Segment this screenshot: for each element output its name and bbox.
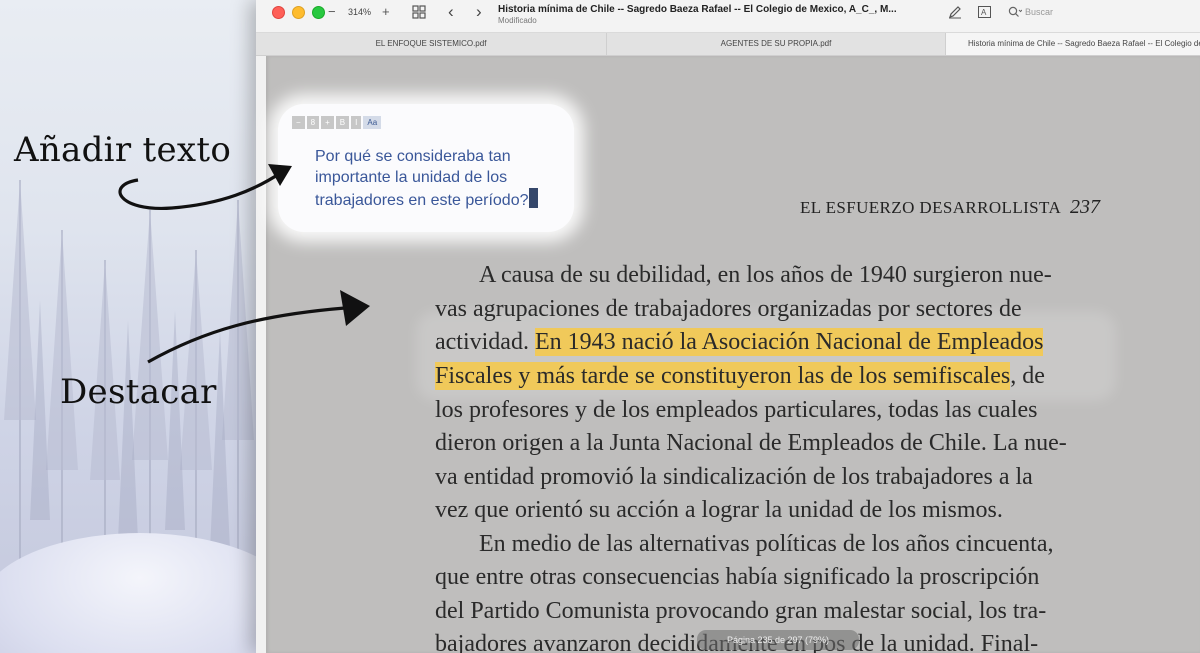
running-head: EL ESFUERZO DESARROLLISTA xyxy=(800,198,1062,217)
arrow-to-annotation xyxy=(118,170,283,210)
tab-historia-minima[interactable]: Historia mínima de Chile -- Sagredo Baez… xyxy=(946,33,1200,55)
search-icon xyxy=(1008,6,1022,17)
text-segment: , de xyxy=(1010,363,1045,389)
text-box-icon[interactable]: A xyxy=(978,6,991,21)
document-title: Historia mínima de Chile -- Sagredo Baez… xyxy=(498,4,897,15)
page-number: 237 xyxy=(1070,196,1100,218)
text-line: Fiscales y más tarde se constituyeron la… xyxy=(435,362,1045,390)
arrow-to-highlight xyxy=(147,306,346,364)
snow-ground xyxy=(0,533,262,653)
highlighted-text[interactable]: Fiscales y más tarde se constituyeron la… xyxy=(435,362,1011,390)
text-line: actividad. En 1943 nació la Asociación N… xyxy=(435,328,1044,356)
text-line: En medio de las alternativas políticas d… xyxy=(479,531,1054,557)
thumbnail-grid-icon[interactable] xyxy=(412,5,426,22)
tab-agentes[interactable]: AGENTES DE SU PROPIA.pdf xyxy=(607,33,946,55)
text-line: va entidad promovió la sindicalización d… xyxy=(435,464,1033,490)
arrowhead-annotation xyxy=(268,164,292,186)
callout-arrows xyxy=(118,164,370,364)
chevron-left-icon[interactable]: ‹ xyxy=(448,2,454,22)
document-status: Modificado xyxy=(498,16,537,25)
search-field[interactable]: Buscar xyxy=(1008,6,1053,18)
text-line: los profesores y de los empleados partic… xyxy=(435,397,1038,423)
text-cursor xyxy=(529,188,539,208)
highlighted-text[interactable]: En 1943 nació la Asociación Nacional de … xyxy=(534,328,1044,356)
text-line: dieron origen a la Junta Nacional de Emp… xyxy=(435,430,1067,456)
page-indicator: Página 235 de 297 (79%) xyxy=(697,630,859,650)
text-line: A causa de su debilidad, en los años de … xyxy=(479,262,1052,288)
text-line: que entre otras consecuencias había sign… xyxy=(435,564,1040,590)
text-line: del Partido Comunista provocando gran ma… xyxy=(435,598,1047,624)
search-placeholder: Buscar xyxy=(1025,7,1054,17)
text-line: vas agrupaciones de trabajadores organiz… xyxy=(435,296,1022,322)
svg-text:A: A xyxy=(981,8,987,17)
markup-pen-icon[interactable] xyxy=(948,5,962,22)
text-segment: actividad. xyxy=(435,329,535,355)
chevron-right-icon[interactable]: › xyxy=(476,2,482,22)
text-line: vez que orientó su acción a lograr la un… xyxy=(435,497,1003,523)
arrowhead-highlight xyxy=(340,290,370,326)
